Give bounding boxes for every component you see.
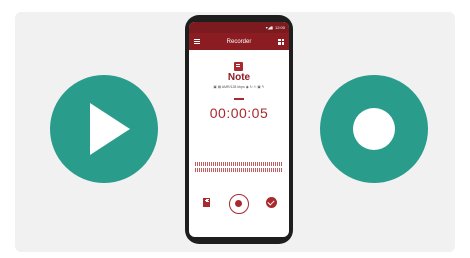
status-bar: ▾◢▮ 12:00 <box>189 22 289 33</box>
record-icon <box>353 108 395 150</box>
grid-icon[interactable] <box>278 38 284 45</box>
recording-info: ▣ ▤ AMR/128 kbps ◉ ↻ ⏲ ▣ ✎ <box>213 85 265 89</box>
note-icon <box>234 62 243 71</box>
waveform-top <box>195 162 283 166</box>
app-bar: Recorder <box>189 33 289 50</box>
signal-icon: ▾◢▮ <box>265 25 273 30</box>
check-icon[interactable] <box>266 197 277 208</box>
record-button[interactable] <box>320 75 428 183</box>
menu-icon[interactable] <box>194 39 200 44</box>
phone-record-button[interactable] <box>229 194 249 214</box>
bookmark-icon[interactable] <box>203 198 210 207</box>
app-title: Recorder <box>226 38 252 45</box>
phone-screen: ▾◢▮ 12:00 Recorder Note ▣ ▤ AMR/128 kbps… <box>189 22 289 237</box>
play-button[interactable] <box>50 75 158 183</box>
status-time: 12:00 <box>274 25 285 30</box>
divider <box>234 98 244 100</box>
waveform-bottom <box>195 168 283 172</box>
controls <box>189 194 289 214</box>
phone-frame: ▾◢▮ 12:00 Recorder Note ▣ ▤ AMR/128 kbps… <box>185 15 293 244</box>
recording-timer: 00:00:05 <box>209 105 269 121</box>
note-title[interactable]: Note <box>189 72 289 83</box>
play-icon <box>90 103 130 155</box>
